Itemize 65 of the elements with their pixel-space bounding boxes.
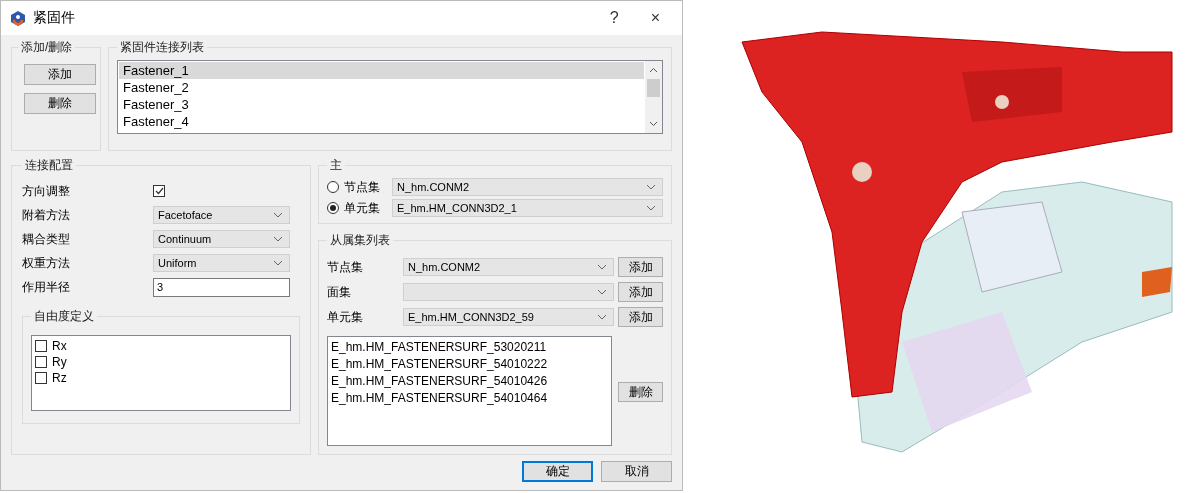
chevron-up-icon[interactable] — [649, 67, 658, 73]
group-title: 连接配置 — [24, 157, 74, 174]
chevron-down-icon — [597, 264, 607, 270]
group-title: 从属集列表 — [329, 232, 391, 249]
chevron-down-icon — [646, 205, 656, 211]
input-field[interactable]: 3 — [153, 277, 290, 297]
group-title: 紧固件连接列表 — [119, 39, 205, 56]
chevron-down-icon — [646, 184, 656, 190]
chevron-down-icon — [597, 314, 607, 320]
window-title: 紧固件 — [33, 9, 76, 27]
dropdown[interactable]: E_hm.HM_CONN3D2_1 — [392, 199, 663, 217]
scrollbar[interactable] — [645, 61, 662, 133]
dropdown[interactable]: Facetoface — [153, 206, 290, 224]
chevron-down-icon — [273, 260, 283, 266]
dropdown[interactable]: N_hm.CONM2 — [403, 258, 614, 276]
group-title: 添加/删除 — [20, 39, 74, 56]
chevron-down-icon[interactable] — [649, 121, 658, 127]
checkbox[interactable] — [35, 356, 47, 368]
field-label: 单元集 — [327, 308, 364, 326]
list-item[interactable]: Fastener_3 — [119, 96, 644, 113]
delete-button[interactable]: 删除 — [618, 382, 663, 402]
list-item[interactable]: E_hm.HM_FASTENERSURF_54010222 — [331, 356, 608, 373]
field-label: 面集 — [327, 283, 352, 301]
chevron-down-icon — [273, 236, 283, 242]
radio-label: 单元集 — [344, 199, 381, 217]
list-item[interactable]: E_hm.HM_FASTENERSURF_54010464 — [331, 390, 608, 407]
dropdown[interactable]: Continuum — [153, 230, 290, 248]
group-title: 主 — [329, 157, 343, 174]
radio-button[interactable] — [327, 181, 339, 193]
dialog-button[interactable]: 确定 — [522, 461, 593, 482]
dropdown[interactable]: N_hm.CONM2 — [392, 178, 663, 196]
close-button[interactable]: × — [638, 9, 672, 27]
dialog-button[interactable]: 取消 — [601, 461, 672, 482]
field-label: 方向调整 — [22, 182, 71, 200]
scrollbar-thumb[interactable] — [647, 79, 660, 97]
checkbox-label: Rx — [52, 339, 67, 353]
group-title: 自由度定义 — [33, 308, 95, 325]
chevron-down-icon — [273, 212, 283, 218]
chevron-down-icon — [597, 289, 607, 295]
checkbox-label: Ry — [52, 355, 67, 369]
list-item[interactable]: E_hm.HM_FASTENERSURF_54010426 — [331, 373, 608, 390]
dropdown[interactable]: Uniform — [153, 254, 290, 272]
list-item[interactable]: E_hm.HM_FASTENERSURF_53020211 — [331, 339, 608, 356]
help-button[interactable]: ? — [597, 9, 631, 27]
field-label: 附着方法 — [22, 206, 71, 224]
action-button[interactable]: 删除 — [24, 93, 96, 114]
add-button[interactable]: 添加 — [618, 307, 663, 327]
radio-label: 节点集 — [344, 178, 381, 196]
field-label: 节点集 — [327, 258, 364, 276]
field-label: 耦合类型 — [22, 230, 71, 248]
app-logo-icon — [11, 10, 25, 26]
list-item[interactable]: Fastener_2 — [119, 79, 644, 96]
list-item[interactable]: Fastener_1 — [119, 62, 644, 79]
checkbox[interactable] — [35, 340, 47, 352]
add-button[interactable]: 添加 — [618, 257, 663, 277]
add-button[interactable]: 添加 — [618, 282, 663, 302]
dropdown[interactable]: E_hm.HM_CONN3D2_59 — [403, 308, 614, 326]
checkbox[interactable] — [153, 185, 165, 197]
radio-button[interactable] — [327, 202, 339, 214]
field-label: 作用半径 — [22, 278, 71, 296]
action-button[interactable]: 添加 — [24, 64, 96, 85]
list-item[interactable]: Fastener_4 — [119, 113, 644, 130]
field-label: 权重方法 — [22, 254, 71, 272]
checkbox-label: Rz — [52, 371, 67, 385]
checkbox[interactable] — [35, 372, 47, 384]
